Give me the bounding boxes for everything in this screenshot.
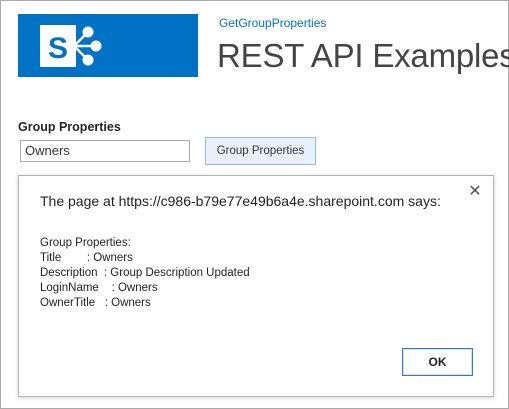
message-line: Title : Owners bbox=[40, 252, 133, 264]
group-name-input[interactable] bbox=[20, 140, 190, 162]
site-title: REST API Examples bbox=[217, 37, 509, 74]
sharepoint-logo-icon[interactable]: S bbox=[18, 14, 198, 77]
message-line: Group Properties: bbox=[40, 237, 131, 249]
page-frame: S GetGroupProperties REST API Examples G… bbox=[0, 0, 509, 409]
close-icon[interactable]: ✕ bbox=[467, 184, 483, 200]
message-line: Description : Group Description Updated bbox=[40, 267, 250, 279]
section-label: Group Properties bbox=[18, 120, 121, 134]
message-line: OwnerTitle : Owners bbox=[40, 297, 151, 309]
svg-text:S: S bbox=[48, 32, 68, 65]
alert-dialog: The page at https://c986-b79e77e49b6a4e.… bbox=[18, 175, 494, 397]
group-properties-button[interactable]: Group Properties bbox=[205, 137, 316, 165]
ok-button[interactable]: OK bbox=[402, 348, 473, 376]
dialog-title: The page at https://c986-b79e77e49b6a4e.… bbox=[40, 193, 441, 209]
message-line: LoginName : Owners bbox=[40, 282, 158, 294]
dialog-message: Group Properties: Title : Owners Descrip… bbox=[40, 236, 250, 311]
site-link[interactable]: GetGroupProperties bbox=[219, 16, 326, 30]
